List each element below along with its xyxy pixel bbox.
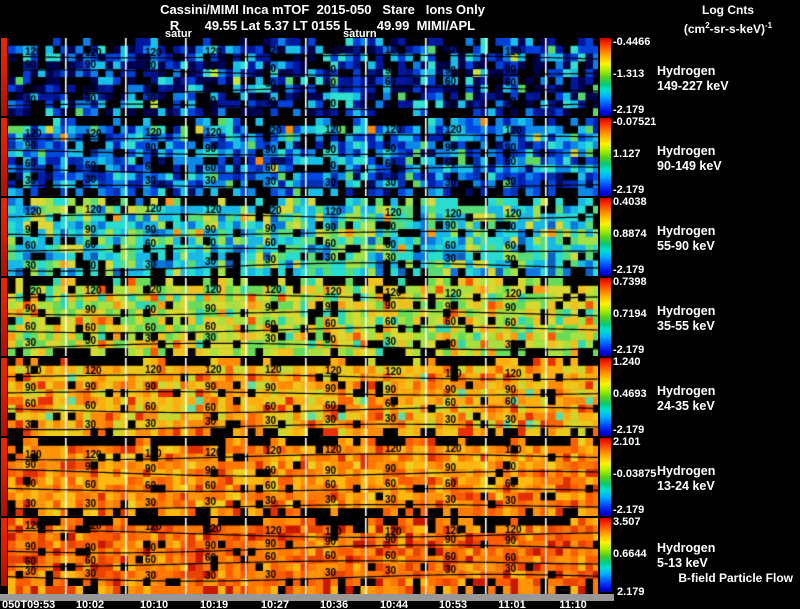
colorbar-mid-label: 0.4693 (613, 388, 647, 400)
spectrogram-canvas (8, 358, 598, 436)
time-tick-label: 10:27 (260, 599, 290, 609)
left-edge-strip (1, 438, 7, 516)
units-line: (cm2-sr-s-keV)-1 (683, 21, 773, 36)
colorbar-max-label: 0.4038 (613, 196, 647, 208)
spectrogram-panel-13-24 (1, 438, 598, 516)
left-edge-strip (1, 118, 7, 196)
colorbar (600, 118, 611, 196)
colorbar-mid-label: -0.03875 (613, 468, 657, 480)
colorbar (600, 278, 611, 356)
time-tick-label: 11:01 (498, 599, 526, 609)
time-tick-label: 050T09:53 (2, 599, 56, 609)
spectrogram-canvas (8, 278, 598, 356)
energy-band-label: Hydrogen 5-13 keV (657, 541, 716, 570)
spectrogram-panel-90-149 (1, 118, 598, 196)
energy-band-label: Hydrogen 24-35 keV (657, 384, 716, 413)
time-tick-label: 10:10 (139, 599, 169, 609)
page-subtitle: R 49.55 Lat 5.37 LT 0155 L 49.99 MIMI/AP… (169, 18, 476, 33)
spectrogram-panel-24-35 (1, 358, 598, 436)
page-title: Cassini/MIMI Inca mTOF 2015-050 Stare Io… (160, 2, 485, 17)
left-edge-strip (1, 518, 7, 586)
colorbar-units-label: Log Cnts (cm2-sr-s-keV)-1 (660, 3, 796, 37)
spectrogram-canvas (8, 438, 598, 516)
colorbar-min-label: -2.179 (613, 184, 645, 196)
colorbar-max-label: -0.4466 (613, 36, 651, 48)
time-tick-label: 10:19 (199, 599, 229, 609)
bfield-flow-strip (8, 586, 598, 594)
spectrogram-canvas (8, 198, 598, 276)
colorbar-mid-label: -1.313 (613, 68, 645, 80)
cassini-mimi-spectrogram-app: Cassini/MIMI Inca mTOF 2015-050 Stare Io… (0, 0, 800, 609)
colorbar-mid-label: 1.127 (613, 148, 641, 160)
unit-superscript: -1 (765, 21, 773, 30)
colorbar-max-label: 1.240 (613, 356, 641, 368)
colorbar-min-label: -2.179 (613, 264, 645, 276)
spectrogram-canvas (8, 38, 598, 116)
colorbar (600, 518, 611, 592)
colorbar (600, 438, 611, 516)
bfield-particle-flow-label: B-field Particle Flow (678, 571, 793, 585)
colorbar (600, 198, 611, 276)
colorbar-min-label: 2.179 (617, 586, 645, 598)
colorbar-min-label: -2.179 (613, 344, 645, 356)
time-tick-label: 10:53 (438, 599, 468, 609)
time-tick-label: 10:36 (319, 599, 349, 609)
colorbar-max-label: 0.7398 (613, 276, 647, 288)
spectrogram-panel-5-13 (1, 518, 598, 586)
energy-band-label: Hydrogen 55-90 keV (657, 224, 716, 253)
left-edge-strip (1, 358, 7, 436)
energy-band-label: Hydrogen 149-227 keV (657, 64, 729, 93)
colorbar-max-label: 3.507 (613, 516, 641, 528)
colorbar-mid-label: 0.8874 (613, 228, 647, 240)
colorbar (600, 38, 611, 116)
colorbar-min-label: -2.179 (613, 424, 645, 436)
energy-band-label: Hydrogen 90-149 keV (657, 144, 722, 173)
time-tick-label: 10:44 (379, 599, 409, 609)
time-tick-label: 11:10 (559, 599, 587, 609)
colorbar-mid-label: 0.7194 (613, 308, 647, 320)
colorbar-max-label: -0.07521 (613, 116, 657, 128)
spectrogram-panel-55-90 (1, 198, 598, 276)
energy-band-label: Hydrogen 13-24 keV (657, 464, 716, 493)
spectrogram-panel-149-227 (1, 38, 598, 116)
colorbar-mid-label: 0.6644 (613, 548, 647, 560)
colorbar-min-label: -2.179 (613, 104, 645, 116)
saturn-marker-right: saturn (343, 28, 377, 38)
log-cnts-label: Log Cnts (702, 3, 754, 17)
time-tick-label: 10:02 (75, 599, 105, 609)
colorbar-max-label: 2.101 (613, 436, 641, 448)
colorbar (600, 358, 611, 436)
left-edge-strip (1, 278, 7, 356)
spectrogram-canvas (8, 518, 598, 586)
energy-band-label: Hydrogen 35-55 keV (657, 304, 716, 333)
spectrogram-panel-35-55 (1, 278, 598, 356)
left-edge-strip (1, 198, 7, 276)
left-edge-strip (1, 38, 7, 116)
saturn-marker-left: satur (165, 28, 192, 38)
colorbar-min-label: -2.179 (613, 504, 645, 516)
spectrogram-canvas (8, 118, 598, 196)
